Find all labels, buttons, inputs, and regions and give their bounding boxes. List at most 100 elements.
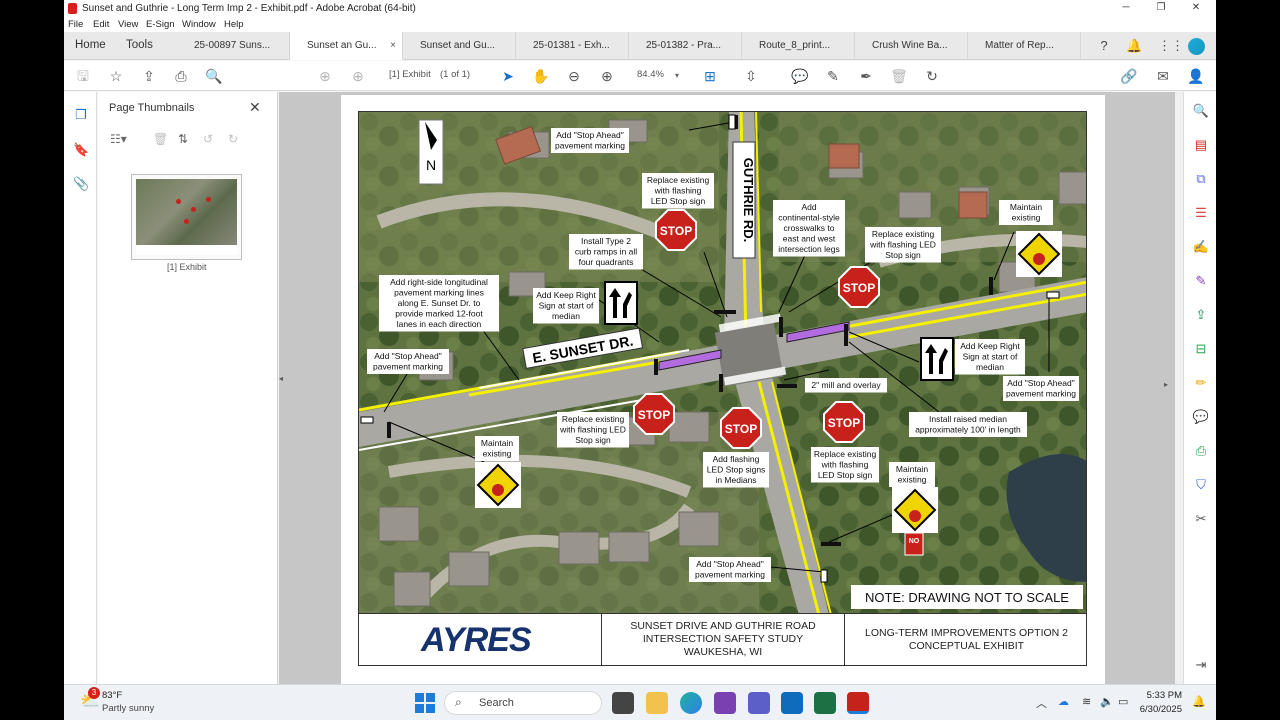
menu-help[interactable]: Help <box>224 19 244 30</box>
doc-tab[interactable]: Matter of Rep... <box>968 32 1081 60</box>
email-icon[interactable]: ✉ <box>1154 67 1172 85</box>
next-page-icon[interactable]: ⊕ <box>349 67 367 85</box>
comment-tool-icon[interactable]: 💬 <box>1192 408 1210 426</box>
zoom-search-icon[interactable]: 🔍 <box>1192 102 1210 120</box>
rotate-left-icon[interactable]: ↺ <box>203 132 213 146</box>
title-bar: Sunset and Guthrie - Long Term Imp 2 - E… <box>64 0 1216 17</box>
chevron-down-icon[interactable]: ▾ <box>675 71 679 80</box>
menu-edit[interactable]: Edit <box>93 19 109 30</box>
fit-page-icon[interactable]: ⊞ <box>701 67 719 85</box>
callout-text: Replace existing <box>872 229 935 239</box>
close-tab-button[interactable]: × <box>390 40 396 51</box>
scroll-mode-icon[interactable]: ⇳ <box>742 67 760 85</box>
close-panel-button[interactable]: ✕ <box>249 99 261 116</box>
highlight-pen-icon[interactable]: ✎ <box>824 67 842 85</box>
help-icon[interactable]: ? <box>1096 38 1112 54</box>
menu-esign[interactable]: E-Sign <box>146 19 175 30</box>
collapse-rail-icon[interactable]: ⇥ <box>1192 656 1210 674</box>
taskbar-search-box[interactable]: ⌕ Search <box>444 691 602 715</box>
doc-tab-active[interactable]: Sunset an Gu... × <box>290 32 403 60</box>
clock-time[interactable]: 5:33 PM <box>1140 690 1182 701</box>
zoom-in-icon[interactable]: ⊕ <box>598 67 616 85</box>
page-thumbnails-icon[interactable]: ❐ <box>73 107 89 123</box>
share-user-icon[interactable]: 👤 <box>1187 67 1205 85</box>
clock-date[interactable]: 6/30/2025 <box>1134 704 1182 715</box>
request-signatures-icon[interactable]: ✍ <box>1192 238 1210 256</box>
search-zoom-icon[interactable]: 🔍 <box>205 67 223 85</box>
zoom-out-icon[interactable]: ⊖ <box>565 67 583 85</box>
menu-view[interactable]: View <box>118 19 138 30</box>
edge-browser-icon[interactable] <box>680 692 702 714</box>
upload-cloud-icon[interactable]: ⇪ <box>140 67 158 85</box>
tools-tab[interactable]: Tools <box>126 39 153 51</box>
show-hidden-icons-chevron[interactable]: ︿ <box>1036 695 1047 711</box>
fill-sign-icon[interactable]: ✎ <box>1192 272 1210 290</box>
minimize-button[interactable]: ─ <box>1119 2 1133 15</box>
windows-start-icon[interactable] <box>415 693 435 713</box>
outlook-icon[interactable] <box>781 692 803 714</box>
edit-pdf-icon[interactable]: ✏ <box>1192 374 1210 392</box>
teams-icon[interactable] <box>748 692 770 714</box>
doc-tab[interactable]: 25-01381 - Exh... <box>516 32 629 60</box>
delete-icon[interactable]: 🗑 <box>890 67 908 85</box>
doc-tab[interactable]: 25-01382 - Pra... <box>629 32 742 60</box>
battery-icon[interactable]: ▭ <box>1118 695 1128 708</box>
more-tools-icon[interactable]: ✂ <box>1192 510 1210 528</box>
onenote-icon[interactable] <box>714 692 736 714</box>
collapse-right-arrow-icon[interactable]: ▸ <box>1164 380 1168 389</box>
comment-icon[interactable]: 💬 <box>791 67 809 85</box>
link-icon[interactable]: 🔗 <box>1120 67 1138 85</box>
protect-shield-icon[interactable]: ⛉ <box>1192 476 1210 494</box>
doc-tab[interactable]: Route_8_print... <box>742 32 855 60</box>
zoom-level-select[interactable]: 84.4% <box>637 69 664 80</box>
print-production-icon[interactable]: ⎙ <box>1192 442 1210 460</box>
weather-temp[interactable]: 83°F <box>102 690 122 701</box>
save-icon[interactable]: 🖫 <box>74 67 92 85</box>
excel-icon[interactable] <box>814 692 836 714</box>
file-explorer-icon[interactable] <box>646 692 668 714</box>
callout-keep-right-e: Add Keep RightSign at start ofmedian <box>955 339 1025 375</box>
notification-bell-icon[interactable]: 🔔 <box>1126 38 1142 54</box>
weather-description[interactable]: Partly sunny <box>102 703 154 714</box>
page-thumbnail[interactable] <box>131 174 242 260</box>
delete-page-icon[interactable]: 🗑 <box>153 132 168 146</box>
menu-file[interactable]: File <box>68 19 83 30</box>
volume-icon[interactable]: 🔈 <box>1100 695 1114 708</box>
extract-pages-icon[interactable]: ⇅ <box>178 132 188 146</box>
doc-tab[interactable]: Sunset and Gu... <box>403 32 516 60</box>
page-number-input[interactable]: [1] Exhibit <box>389 69 431 80</box>
maximize-button[interactable]: ❐ <box>1154 2 1168 15</box>
callout-text: intersection legs <box>778 244 839 254</box>
notification-center-icon[interactable]: 🔔 <box>1192 695 1206 708</box>
callout-text: Replace existing <box>562 414 625 424</box>
acrobat-taskbar-icon[interactable] <box>847 692 869 714</box>
hand-tool-icon[interactable]: ✋ <box>532 67 550 85</box>
attachment-icon[interactable]: 📎 <box>73 176 89 192</box>
task-view-icon[interactable] <box>612 692 634 714</box>
combine-files-icon[interactable]: ⧉ <box>1192 170 1210 188</box>
options-menu-icon[interactable]: ☷▾ <box>110 132 127 146</box>
document-viewer[interactable]: ◂ N GUTHRIE RD. E. SUNSET DR. STOP STOP … <box>279 92 1192 685</box>
profile-avatar[interactable] <box>1188 38 1205 55</box>
previous-page-icon[interactable]: ⊕ <box>316 67 334 85</box>
sign-icon[interactable]: ✒ <box>857 67 875 85</box>
apps-grid-icon[interactable]: ⋮⋮ <box>1158 38 1184 54</box>
wifi-icon[interactable]: ≋ <box>1082 695 1091 708</box>
select-cursor-icon[interactable]: ➤ <box>499 67 517 85</box>
doc-tab[interactable]: 25-00897 Suns... <box>177 32 290 60</box>
scan-ocr-icon[interactable]: ⊟ <box>1192 340 1210 358</box>
organize-pages-icon[interactable]: ☰ <box>1192 204 1210 222</box>
close-window-button[interactable]: ✕ <box>1189 2 1203 15</box>
star-icon[interactable]: ☆ <box>107 67 125 85</box>
onedrive-icon[interactable]: ☁ <box>1058 695 1069 708</box>
home-tab[interactable]: Home <box>75 39 106 51</box>
rotate-right-icon[interactable]: ↻ <box>228 132 238 146</box>
collapse-panel-arrow-icon[interactable]: ◂ <box>279 374 283 383</box>
print-icon[interactable]: ⎙ <box>172 67 190 85</box>
rotate-icon[interactable]: ↻ <box>923 67 941 85</box>
export-pdf-icon[interactable]: ⇪ <box>1192 306 1210 324</box>
bookmark-icon[interactable]: 🔖 <box>73 142 89 158</box>
create-pdf-icon[interactable]: ▤ <box>1192 136 1210 154</box>
menu-window[interactable]: Window <box>182 19 216 30</box>
doc-tab[interactable]: Crush Wine Ba... <box>855 32 968 60</box>
